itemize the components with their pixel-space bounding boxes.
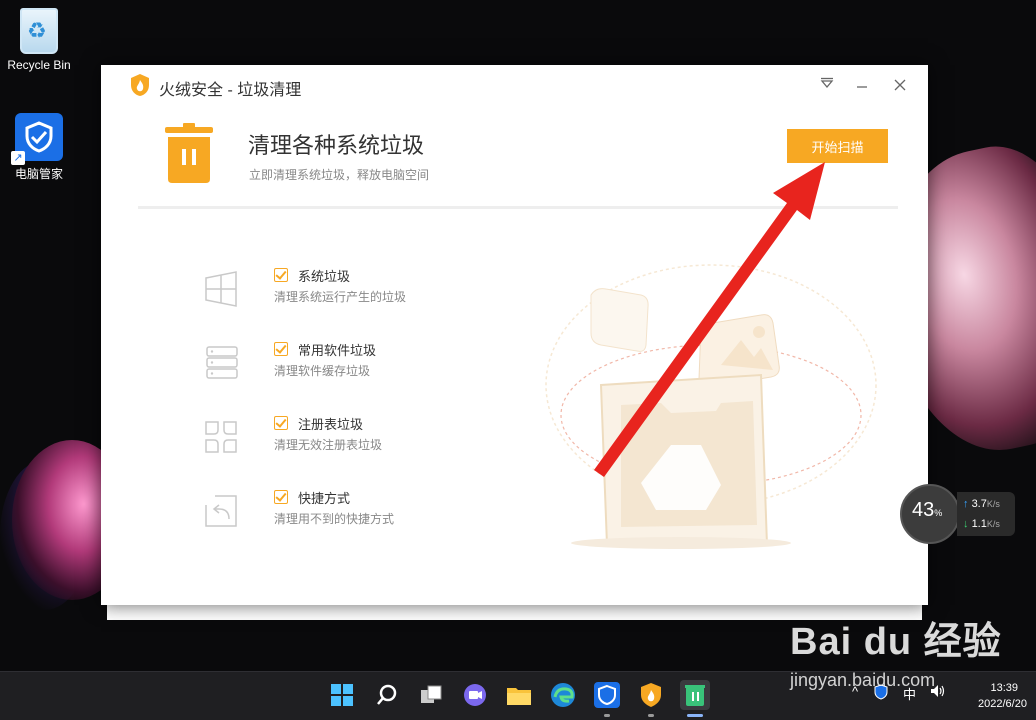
checkbox[interactable] (274, 268, 288, 282)
divider (138, 206, 898, 209)
chat-icon (464, 684, 486, 706)
clean-option-software[interactable]: 常用软件垃圾 清理软件缓存垃圾 (201, 339, 501, 389)
huorong-logo-icon (131, 74, 149, 96)
minimize-button[interactable] (848, 73, 876, 97)
cleaner-taskbar-button[interactable] (680, 680, 710, 717)
speed-panel: ↑ 3.7K/s ↓ 1.1K/s (957, 492, 1015, 536)
option-desc: 清理软件缓存垃圾 (274, 364, 371, 378)
menu-dropdown-icon[interactable] (813, 73, 841, 97)
page-title: 清理各种系统垃圾 (248, 133, 425, 158)
registry-icon (205, 421, 237, 453)
option-desc: 清理系统运行产生的垃圾 (274, 290, 407, 304)
window-title: 火绒安全 - 垃圾清理 (159, 82, 302, 99)
clean-option-registry[interactable]: 注册表垃圾 清理无效注册表垃圾 (201, 413, 501, 463)
checkbox[interactable] (274, 416, 288, 430)
upload-speed: ↑ 3.7K/s (963, 498, 1000, 510)
folder-icon (507, 688, 531, 705)
windows-icon (205, 271, 237, 307)
pc-manager-icon (594, 682, 620, 708)
option-label: 系统垃圾 (298, 269, 351, 284)
edge-browser-button[interactable] (548, 680, 578, 710)
download-speed: ↓ 1.1K/s (963, 518, 1000, 530)
trash-can-icon (165, 123, 213, 183)
pc-manager-taskbar-button[interactable] (592, 680, 622, 717)
windows-start-icon (331, 684, 353, 706)
baidu-watermark: Bai du 经验 jingyan.baidu.com (790, 600, 1030, 700)
huorong-logo-icon (641, 683, 661, 707)
file-explorer-button[interactable] (504, 680, 534, 710)
page-subtitle: 立即清理系统垃圾，释放电脑空间 (249, 168, 430, 182)
huorong-taskbar-button[interactable] (636, 680, 666, 717)
checkbox[interactable] (274, 490, 288, 504)
trash-can-icon (685, 685, 705, 706)
option-label: 快捷方式 (298, 491, 351, 506)
task-view-icon (421, 685, 442, 703)
clean-option-shortcut[interactable]: 快捷方式 清理用不到的快捷方式 (201, 487, 501, 537)
memory-percent: 43% (912, 499, 943, 521)
watermark-url: jingyan.baidu.com (790, 670, 936, 690)
task-view-button[interactable] (416, 680, 446, 710)
desktop-icon-label: Recycle Bin (7, 58, 71, 72)
desktop-icon-recycle-bin[interactable]: Recycle Bin (4, 8, 74, 72)
checkbox[interactable] (274, 342, 288, 356)
option-desc: 清理无效注册表垃圾 (274, 438, 383, 452)
shortcut-icon (205, 495, 237, 527)
option-label: 常用软件垃圾 (298, 343, 377, 358)
recycle-bin-icon (20, 8, 58, 54)
network-speed-widget[interactable]: 43% ↑ 3.7K/s ↓ 1.1K/s (900, 484, 1020, 544)
up-arrow-icon: ↑ (963, 498, 969, 510)
clean-option-system[interactable]: 系统垃圾 清理系统运行产生的垃圾 (201, 265, 501, 315)
edge-icon (551, 683, 575, 707)
down-arrow-icon: ↓ (963, 518, 969, 530)
database-icon (206, 346, 238, 379)
pc-manager-icon: ↗ (11, 113, 63, 165)
shortcut-arrow-icon: ↗ (11, 151, 25, 165)
teams-chat-button[interactable] (460, 680, 490, 710)
start-scan-button[interactable]: 开始扫描 (787, 129, 888, 163)
start-button[interactable] (327, 680, 357, 710)
search-icon (377, 684, 397, 705)
title-bar[interactable]: 火绒安全 - 垃圾清理 (101, 65, 928, 105)
close-button[interactable] (886, 73, 914, 97)
option-desc: 清理用不到的快捷方式 (274, 512, 395, 526)
desktop-icon-pc-manager[interactable]: ↗ 电脑管家 (4, 113, 74, 182)
desktop-icon-label: 电脑管家 (14, 167, 63, 181)
search-button[interactable] (372, 680, 402, 710)
watermark-logo: Bai du 经验 (790, 621, 1002, 663)
option-label: 注册表垃圾 (298, 417, 364, 432)
cleanup-illustration (545, 264, 877, 549)
huorong-cleaner-window: 火绒安全 - 垃圾清理 清理各种系统垃圾 立即清理系统垃圾，释放电脑空间 开始扫… (101, 65, 928, 605)
